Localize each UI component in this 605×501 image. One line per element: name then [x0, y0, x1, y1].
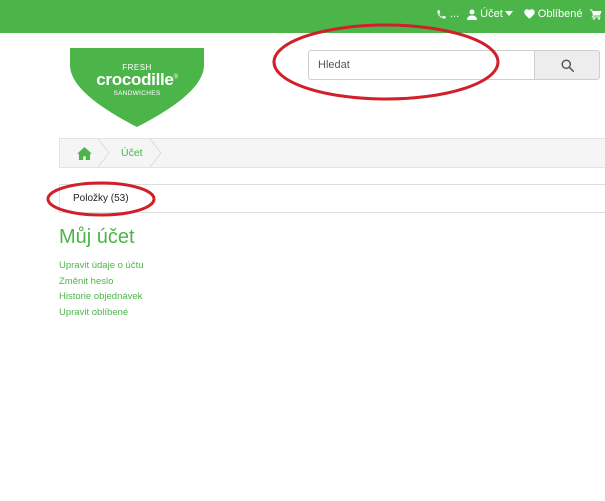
phone-label: ... [450, 8, 460, 20]
tab-items[interactable]: Položky (53) [73, 193, 129, 204]
logo-brand-name: crocodille [96, 70, 174, 89]
account-menu[interactable]: Účet [467, 8, 516, 20]
breadcrumb-separator [98, 139, 110, 167]
breadcrumb: Účet [59, 138, 605, 168]
change-password-link[interactable]: Změnit heslo [59, 274, 144, 290]
cart-icon [590, 9, 602, 20]
user-icon [467, 9, 478, 20]
search-button[interactable] [534, 50, 600, 80]
home-icon [76, 146, 92, 160]
logo-trademark: ® [173, 74, 178, 81]
tabs-bar: Položky (53) [59, 184, 605, 213]
caret-down-icon [504, 11, 513, 16]
edit-account-link[interactable]: Upravit údaje o účtu [59, 258, 144, 274]
order-history-link[interactable]: Historie objednávek [59, 289, 144, 305]
account-label: Účet [480, 8, 503, 20]
phone-link[interactable]: ... [436, 8, 459, 20]
logo[interactable]: FRESH crocodille® SANDWICHES [70, 48, 204, 128]
heart-icon [524, 9, 535, 19]
page-title: Můj účet [59, 226, 135, 248]
favorites-label: Oblíbené [537, 8, 583, 20]
phone-icon [437, 9, 446, 19]
favorites-link[interactable]: Oblíbené [524, 8, 583, 20]
logo-sandwiches-text: SANDWICHES [113, 90, 161, 97]
top-nav: ... Účet Oblíbené Na [436, 8, 605, 20]
breadcrumb-item-account[interactable]: Účet [121, 147, 143, 159]
breadcrumb-separator [150, 139, 162, 167]
logo-brand-text: crocodille® [70, 70, 204, 90]
edit-favorites-link[interactable]: Upravit oblíbené [59, 305, 144, 321]
account-links: Upravit údaje o účtu Změnit heslo Histor… [59, 258, 144, 320]
search-icon [560, 58, 574, 72]
search-input[interactable] [308, 50, 534, 80]
cart-link[interactable]: Na [590, 8, 605, 20]
